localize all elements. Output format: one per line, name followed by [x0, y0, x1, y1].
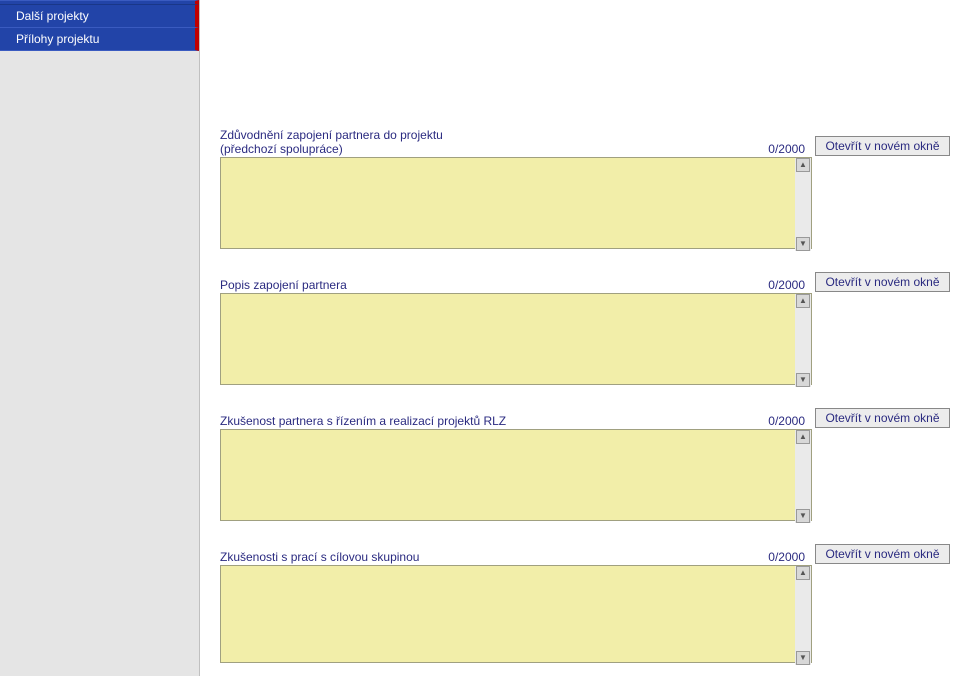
open-new-window-button[interactable]: Otevřít v novém okně [815, 408, 950, 428]
char-counter: 0/2000 [755, 550, 805, 564]
field-experience-rlz: Zkušenost partnera s řízením a realizací… [220, 408, 950, 524]
sidebar-item-prilohy-projektu[interactable]: Přílohy projektu [0, 28, 199, 51]
open-new-window-button[interactable]: Otevřít v novém okně [815, 544, 950, 564]
sidebar: Další projekty Přílohy projektu [0, 0, 200, 676]
field-label-justification: Zdůvodnění zapojení partnera do projektu… [220, 128, 745, 156]
experience-target-textarea[interactable] [220, 565, 812, 663]
field-experience-target: Zkušenosti s prací s cílovou skupinou 0/… [220, 544, 950, 666]
char-counter: 0/2000 [755, 414, 805, 428]
field-label-experience-rlz: Zkušenost partnera s řízením a realizací… [220, 414, 745, 428]
field-involvement: Popis zapojení partnera 0/2000 Otevřít v… [220, 272, 950, 388]
sidebar-item-dalsi-projekty[interactable]: Další projekty [0, 5, 199, 28]
open-new-window-button[interactable]: Otevřít v novém okně [815, 272, 950, 292]
field-justification: Zdůvodnění zapojení partnera do projektu… [220, 128, 950, 252]
char-counter: 0/2000 [755, 278, 805, 292]
justification-textarea[interactable] [220, 157, 812, 249]
field-label-involvement: Popis zapojení partnera [220, 278, 745, 292]
char-counter: 0/2000 [755, 142, 805, 156]
sidebar-item-label: Přílohy projektu [16, 32, 99, 46]
open-new-window-button[interactable]: Otevřít v novém okně [815, 136, 950, 156]
field-label-experience-target: Zkušenosti s prací s cílovou skupinou [220, 550, 745, 564]
experience-rlz-textarea[interactable] [220, 429, 812, 521]
main-content: Zdůvodnění zapojení partnera do projektu… [200, 0, 970, 676]
sidebar-item-label: Další projekty [16, 9, 89, 23]
involvement-textarea[interactable] [220, 293, 812, 385]
